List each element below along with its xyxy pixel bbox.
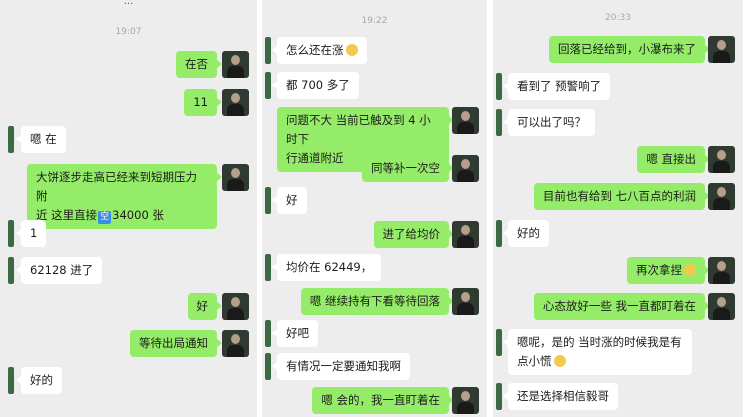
- avatar[interactable]: [496, 383, 502, 410]
- cut-off-header: ...: [123, 0, 134, 7]
- avatar[interactable]: [222, 51, 249, 78]
- avatar[interactable]: [222, 330, 249, 357]
- message-bubble-sent[interactable]: 等待出局通知: [130, 330, 222, 357]
- avatar[interactable]: [496, 73, 502, 100]
- avatar[interactable]: [265, 320, 271, 347]
- message-bubble-received[interactable]: 嗯呢，是的 当时涨的时候我是有 点小慌: [503, 329, 692, 375]
- message-bubble-received[interactable]: 62128 进了: [15, 257, 103, 284]
- message-bubble-received[interactable]: 好的: [16, 367, 62, 394]
- message-text: 再次拿捏: [636, 263, 682, 277]
- avatar[interactable]: [265, 187, 271, 214]
- avatar[interactable]: [496, 329, 502, 356]
- message-line: 嗯呢，是的 当时涨的时候我是有: [517, 335, 682, 349]
- avatar[interactable]: [452, 387, 479, 414]
- message-bubble-sent[interactable]: 心态放好一些 我一直都盯着在: [533, 293, 711, 320]
- chat-panel-1: ... 19:07 在否 11 嗯 在 大饼逐步走高已经来到短期压力附 近 这里…: [0, 0, 257, 417]
- avatar[interactable]: [8, 257, 14, 284]
- avatar[interactable]: [452, 288, 479, 315]
- message-bubble-sent[interactable]: 进了给均价: [373, 221, 454, 248]
- chat-panel-3: 20:33 回落已经给到，小瀑布来了 看到了 预警响了 可以出了吗？ 嗯 直接出…: [493, 0, 743, 417]
- message-bubble-received[interactable]: 都 700 多了: [272, 72, 359, 99]
- message-bubble-received[interactable]: 好的: [503, 220, 549, 247]
- short-tag: 空: [98, 211, 112, 224]
- message-bubble-sent[interactable]: 嗯 继续持有下看等待回落: [300, 288, 455, 315]
- message-line: 点小慌: [517, 354, 552, 368]
- message-bubble-received[interactable]: 看到了 预警响了: [502, 73, 611, 100]
- message-bubble-sent[interactable]: 嗯 会的，我一直盯着在: [312, 387, 454, 414]
- message-line: 近 这里直接: [36, 208, 98, 222]
- avatar[interactable]: [708, 183, 735, 210]
- avatar[interactable]: [452, 107, 479, 134]
- avatar[interactable]: [8, 220, 14, 247]
- sweat-smile-emoji: [345, 44, 358, 56]
- avatar[interactable]: [452, 221, 479, 248]
- timestamp: 20:33: [605, 13, 631, 23]
- message-bubble-received[interactable]: 均价在 62449，: [271, 254, 382, 281]
- avatar[interactable]: [265, 72, 271, 99]
- avatar[interactable]: [222, 164, 249, 191]
- message-bubble-sent[interactable]: 大饼逐步走高已经来到短期压力附 近 这里直接空 34000 张: [27, 164, 222, 229]
- message-line: 大饼逐步走高已经来到短期压力附: [36, 170, 197, 203]
- message-bubble-received[interactable]: 好: [272, 187, 307, 214]
- timestamp: 19:07: [115, 27, 142, 37]
- message-line: 行通道附近: [286, 151, 344, 165]
- message-bubble-sent[interactable]: 好: [187, 293, 222, 320]
- avatar[interactable]: [265, 254, 271, 281]
- avatar[interactable]: [708, 257, 735, 284]
- message-line: 34000 张: [112, 208, 164, 222]
- message-bubble-received[interactable]: 嗯 在: [16, 126, 66, 153]
- avatar[interactable]: [8, 367, 14, 394]
- avatar[interactable]: [265, 37, 271, 64]
- message-text: 怎么还在涨: [286, 43, 344, 57]
- grin-emoji: [684, 264, 696, 276]
- message-bubble-received[interactable]: 怎么还在涨: [272, 37, 367, 64]
- chat-panel-2: 19:22 怎么还在涨 都 700 多了 问题不大 当前已触及到 4 小时下 行…: [262, 0, 487, 417]
- message-bubble-sent[interactable]: 回落已经给到，小瀑布来了: [549, 36, 710, 63]
- message-line: 问题不大 当前已触及到 4 小时下: [286, 113, 431, 146]
- message-bubble-received[interactable]: 好吧: [272, 320, 318, 347]
- avatar[interactable]: [708, 293, 735, 320]
- message-bubble-sent[interactable]: 11: [184, 89, 222, 116]
- sweat-smile-emoji: [553, 355, 566, 367]
- avatar[interactable]: [708, 146, 735, 173]
- timestamp: 19:22: [361, 16, 388, 26]
- avatar[interactable]: [222, 89, 249, 116]
- message-bubble-received[interactable]: 可以出了吗？: [503, 109, 595, 136]
- message-bubble-sent[interactable]: 嗯 直接出: [637, 146, 710, 173]
- message-bubble-sent[interactable]: 同等补一次空: [362, 155, 454, 182]
- avatar[interactable]: [222, 293, 249, 320]
- message-bubble-sent[interactable]: 再次拿捏: [627, 257, 710, 284]
- message-bubble-received[interactable]: 1: [15, 220, 47, 247]
- message-bubble-sent[interactable]: 目前也有给到 七八百点的利润: [533, 183, 711, 210]
- message-bubble-received[interactable]: 有情况一定要通知我啊: [272, 353, 410, 380]
- avatar[interactable]: [452, 155, 479, 182]
- avatar[interactable]: [496, 109, 502, 136]
- avatar[interactable]: [265, 353, 271, 380]
- avatar[interactable]: [496, 220, 502, 247]
- message-bubble-received[interactable]: 还是选择相信毅哥: [503, 383, 618, 410]
- avatar[interactable]: [8, 126, 14, 153]
- avatar[interactable]: [708, 36, 735, 63]
- message-bubble-sent[interactable]: 在否: [176, 51, 222, 78]
